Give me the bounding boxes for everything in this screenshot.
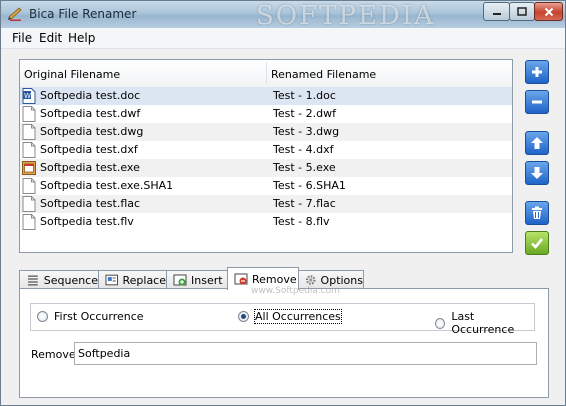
move-up-icon (531, 137, 543, 149)
remove-text-input[interactable] (74, 342, 537, 365)
all-occurrences-radio[interactable]: All Occurrences (238, 309, 342, 324)
trash-icon (532, 206, 542, 219)
tab-sequence[interactable]: Sequence (19, 270, 99, 289)
close-button[interactable] (534, 2, 563, 21)
column-renamed-filename[interactable]: Renamed Filename (271, 68, 376, 81)
radio-circle[interactable] (435, 317, 446, 329)
original-filename: Softpedia test.doc (40, 89, 141, 102)
table-row[interactable]: Softpedia test.flac Test - 7.flac (20, 195, 512, 213)
radio-circle[interactable] (37, 311, 48, 322)
radio-label: Last Occurrence (451, 310, 515, 336)
apply-check-icon (531, 238, 544, 249)
menu-bar: File Edit Help (1, 28, 565, 49)
gear-icon (306, 275, 316, 285)
list-header: Original Filename Renamed Filename (20, 60, 512, 88)
move-down-icon (531, 167, 543, 179)
table-row[interactable]: Softpedia test.exe.SHA1 Test - 6.SHA1 (20, 177, 512, 195)
last-occurrence-radio[interactable]: Last Occurrence (435, 310, 534, 336)
title-bar[interactable]: Bica File Renamer SOFTPEDIA (1, 1, 565, 31)
maximize-icon (517, 6, 527, 16)
original-filename: Softpedia test.dwg (40, 125, 144, 138)
remove-button[interactable] (525, 90, 549, 114)
menu-edit[interactable]: Edit (39, 31, 62, 45)
sequence-icon (27, 275, 38, 286)
file-icon (22, 214, 36, 230)
renamed-filename: Test - 3.dwg (273, 125, 340, 138)
column-original-filename[interactable]: Original Filename (24, 68, 120, 81)
maximize-button[interactable] (509, 2, 535, 21)
watermark-text: SOFTPEDIA (256, 1, 435, 31)
original-filename: Softpedia test.flv (40, 215, 134, 228)
word-doc-icon: W (22, 88, 36, 104)
original-filename: Softpedia test.dwf (40, 107, 141, 120)
app-icon (8, 7, 22, 21)
renamed-filename: Test - 5.exe (273, 161, 336, 174)
file-icon (22, 142, 36, 158)
file-icon (22, 178, 36, 194)
tab-label: Insert (191, 273, 223, 287)
watermark-small: www.Softpedia.com (251, 286, 340, 296)
file-icon (22, 106, 36, 122)
insert-icon (173, 274, 187, 286)
remove-label: Remove (31, 348, 76, 361)
menu-file[interactable]: File (12, 31, 32, 45)
add-icon (532, 67, 542, 77)
move-up-button[interactable] (525, 131, 549, 155)
table-row[interactable]: Softpedia test.dwg Test - 3.dwg (20, 123, 512, 141)
menu-help[interactable]: Help (68, 31, 95, 45)
delete-button[interactable] (525, 201, 549, 225)
column-divider[interactable] (266, 62, 267, 84)
original-filename: Softpedia test.exe.SHA1 (40, 179, 174, 192)
remove-tab-icon (234, 273, 248, 285)
remove-icon (532, 100, 542, 104)
tab-label: Options (320, 273, 363, 287)
renamed-filename: Test - 2.dwf (273, 107, 336, 120)
renamed-filename: Test - 4.dxf (273, 143, 334, 156)
tab-replace[interactable]: Replace (98, 270, 167, 289)
table-row[interactable]: Softpedia test.dwf Test - 2.dwf (20, 105, 512, 123)
tab-insert[interactable]: Insert (166, 270, 228, 289)
svg-text:W: W (24, 92, 31, 100)
exe-icon (22, 161, 36, 175)
renamed-filename: Test - 8.flv (273, 215, 330, 228)
renamed-filename: Test - 7.flac (273, 197, 336, 210)
renamed-filename: Test - 6.SHA1 (273, 179, 346, 192)
renamed-filename: Test - 1.doc (273, 89, 336, 102)
first-occurrence-radio[interactable]: First Occurrence (37, 310, 144, 323)
radio-label: All Occurrences (254, 309, 342, 324)
table-row[interactable]: Softpedia test.dxf Test - 4.dxf (20, 141, 512, 159)
add-button[interactable] (525, 60, 549, 84)
minimize-icon (492, 12, 501, 15)
app-window: Bica File Renamer SOFTPEDIA File Edit He… (0, 0, 566, 406)
original-filename: Softpedia test.exe (40, 161, 140, 174)
file-list[interactable]: Original Filename Renamed Filename W Sof… (19, 59, 513, 253)
table-row[interactable]: Softpedia test.flv Test - 8.flv (20, 213, 512, 231)
minimize-button[interactable] (483, 2, 510, 21)
occurrence-group: First Occurrence All Occurrences Last Oc… (30, 303, 535, 336)
tab-label: Replace (122, 273, 166, 287)
table-row[interactable]: W Softpedia test.doc Test - 1.doc (20, 87, 512, 105)
close-icon (544, 7, 553, 16)
tab-label: Remove (252, 272, 297, 286)
window-title: Bica File Renamer (29, 7, 137, 21)
tab-label: Sequence (43, 273, 98, 287)
original-filename: Softpedia test.dxf (40, 143, 138, 156)
radio-label: First Occurrence (54, 310, 144, 323)
table-row[interactable]: Softpedia test.exe Test - 5.exe (20, 159, 512, 177)
replace-icon (105, 274, 119, 286)
radio-circle-checked[interactable] (238, 311, 249, 322)
move-down-button[interactable] (525, 161, 549, 185)
remove-panel: First Occurrence All Occurrences Last Oc… (19, 288, 549, 398)
file-icon (22, 196, 36, 212)
file-icon (22, 124, 36, 140)
apply-button[interactable] (525, 231, 549, 255)
original-filename: Softpedia test.flac (40, 197, 141, 210)
